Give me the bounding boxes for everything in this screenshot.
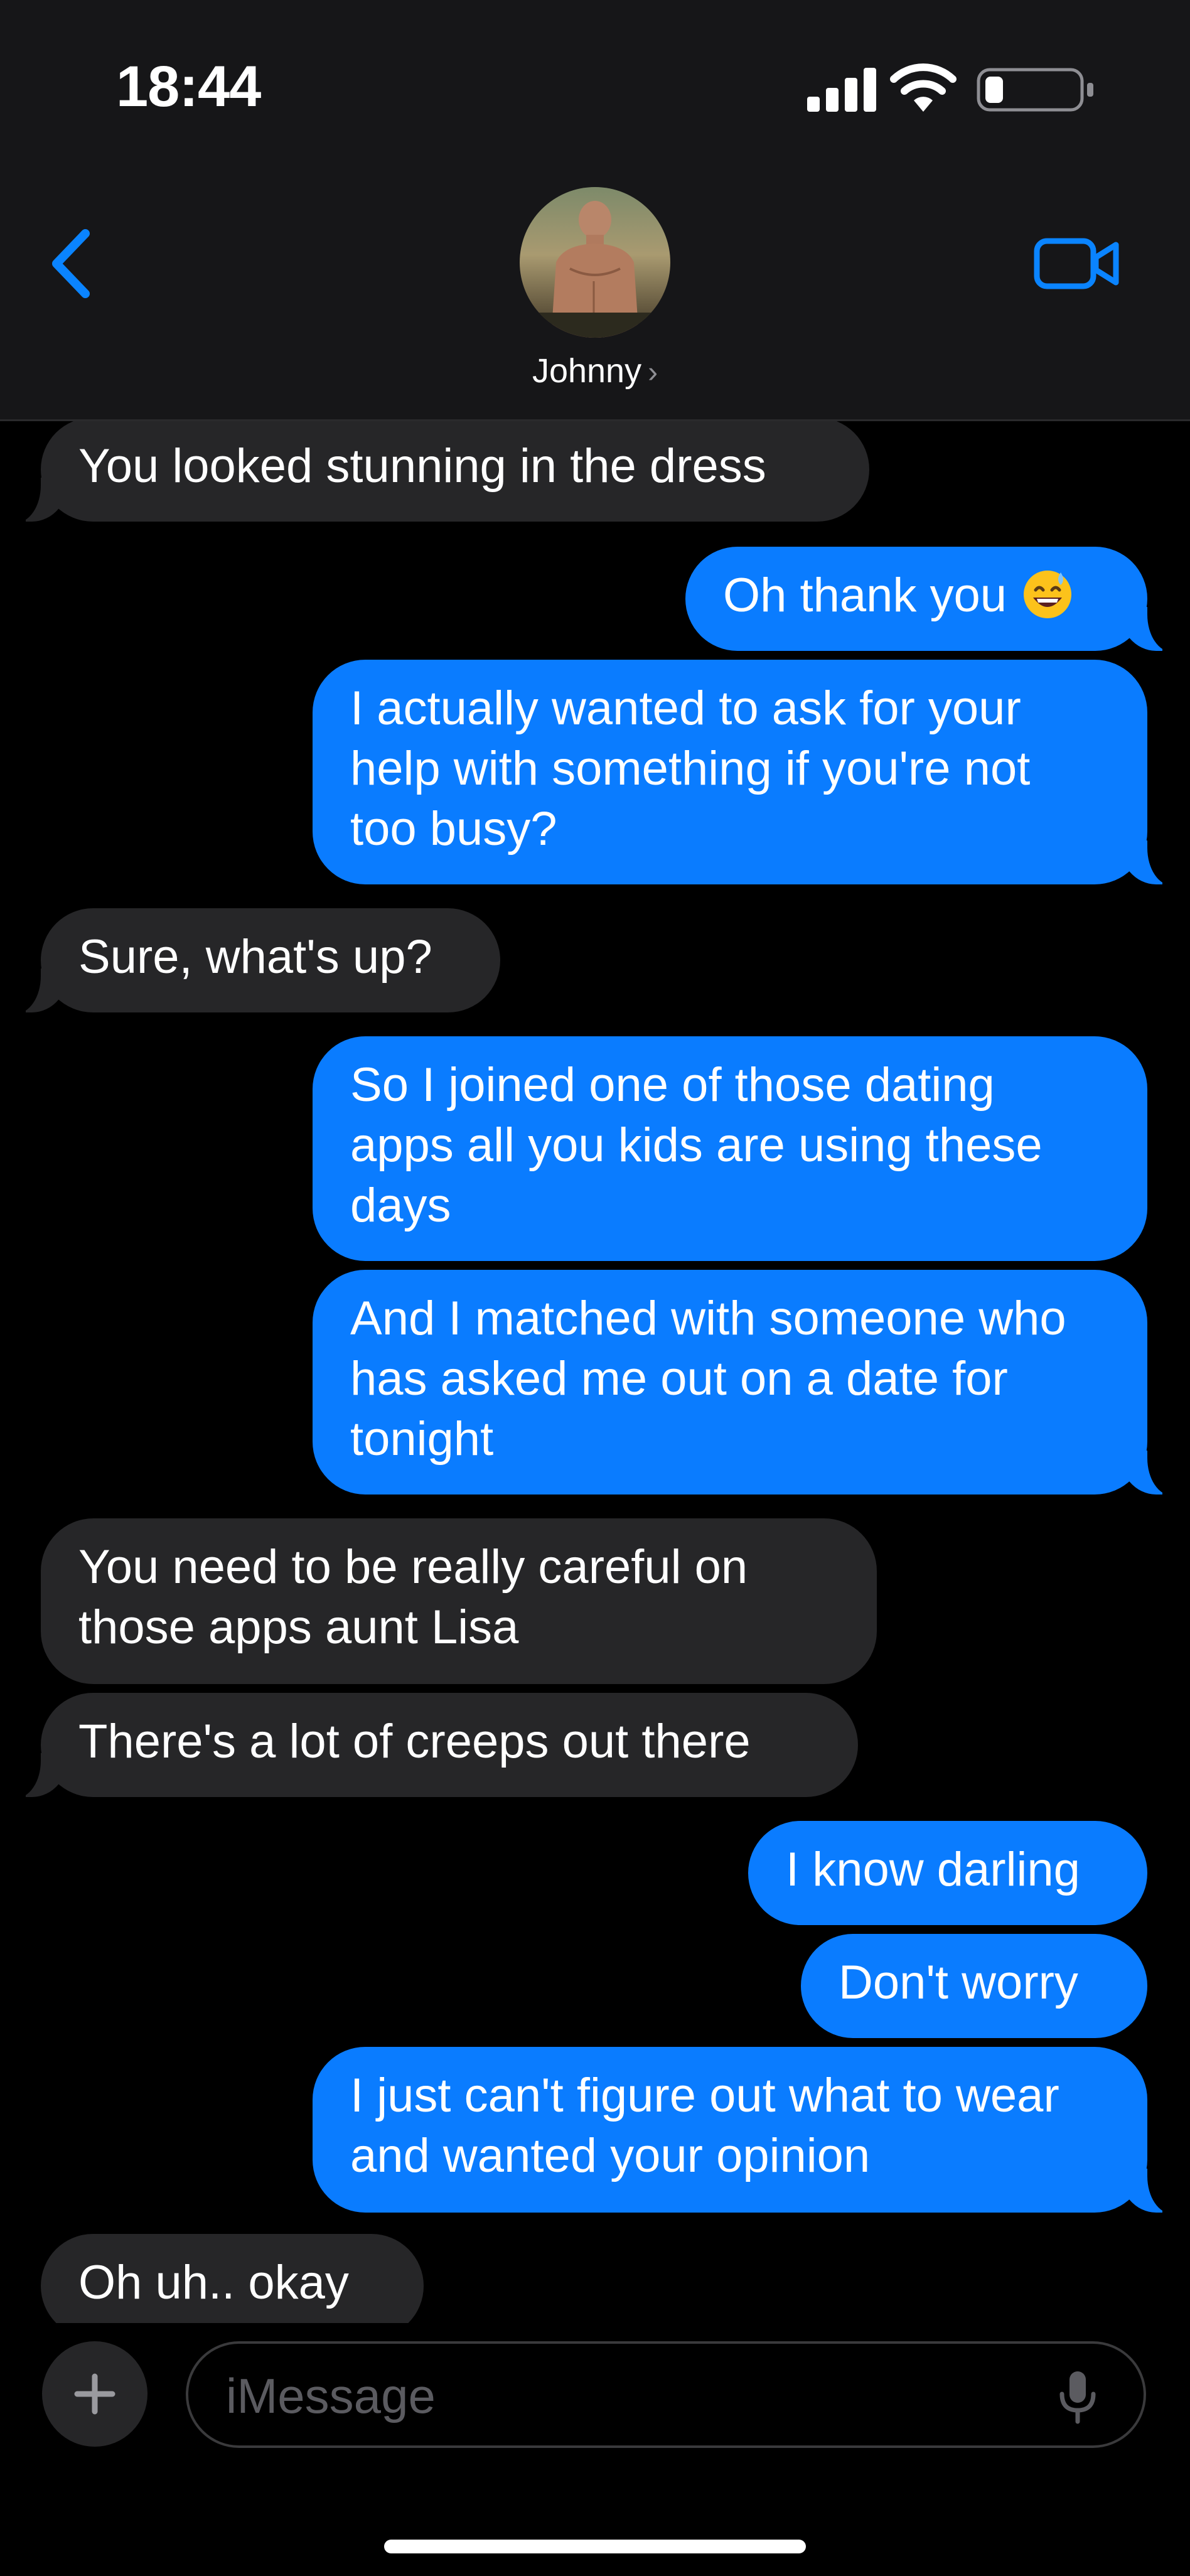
cellular-signal-icon (807, 68, 876, 112)
outgoing-message[interactable]: Oh thank you (685, 547, 1175, 652)
outgoing-message[interactable]: I know darling (748, 1821, 1147, 1925)
status-icons (807, 63, 1096, 113)
message-text: Don't worry (839, 1956, 1078, 2009)
message-input-placeholder: iMessage (226, 2368, 436, 2423)
contact-name: Johnny (532, 352, 642, 390)
incoming-message[interactable]: You looked stunning in the dress (13, 421, 869, 523)
chevron-right-icon: › (648, 356, 658, 389)
home-indicator[interactable] (384, 2540, 806, 2553)
message-text: So I joined one of those dating apps all… (350, 1058, 1043, 1232)
contact-name-button[interactable]: Johnny › (0, 352, 1190, 390)
message-text: I actually wanted to ask for your help w… (350, 682, 1031, 856)
conversation-header: 18:44 Johnny › (0, 0, 1190, 421)
message-text: Sure, what's up? (78, 930, 432, 984)
incoming-message[interactable]: You need to be really careful on those a… (41, 1518, 877, 1684)
wifi-icon (890, 63, 957, 112)
status-time: 18:44 (116, 55, 261, 119)
message-text: I know darling (786, 1843, 1080, 1896)
incoming-message[interactable]: There's a lot of creeps out there (13, 1693, 858, 1798)
message-text: I just can't figure out what to wear and… (350, 2069, 1059, 2182)
outgoing-message[interactable]: And I matched with someone who has asked… (313, 1270, 1175, 1496)
message-text: Oh thank you (723, 569, 1007, 622)
outgoing-message[interactable]: I actually wanted to ask for your help w… (313, 660, 1175, 886)
apps-plus-button[interactable] (42, 2341, 147, 2447)
outgoing-message[interactable]: So I joined one of those dating apps all… (313, 1036, 1147, 1261)
message-text: You looked stunning in the dress (78, 439, 766, 493)
message-thread: You looked stunning in the dress Oh than… (0, 421, 1190, 2323)
back-chevron-icon[interactable] (44, 226, 100, 301)
outgoing-message[interactable]: Don't worry (801, 1934, 1147, 2038)
message-text: There's a lot of creeps out there (78, 1715, 751, 1768)
message-text: You need to be really careful on those a… (78, 1540, 748, 1654)
smiling-sweat-emoji-icon (1024, 571, 1072, 618)
battery-icon (977, 68, 1093, 112)
message-input[interactable]: iMessage (186, 2341, 1146, 2448)
video-camera-icon[interactable] (1033, 232, 1121, 295)
microphone-icon[interactable] (1056, 2369, 1100, 2425)
incoming-message[interactable]: Sure, what's up? (13, 908, 500, 1014)
outgoing-message[interactable]: I just can't figure out what to wear and… (313, 2047, 1175, 2214)
plus-icon (74, 2373, 115, 2415)
message-text: Oh uh.. okay (78, 2256, 349, 2309)
contact-avatar[interactable] (520, 187, 670, 338)
incoming-message[interactable]: Oh uh.. okay (41, 2234, 424, 2323)
message-text: And I matched with someone who has asked… (350, 1292, 1066, 1466)
